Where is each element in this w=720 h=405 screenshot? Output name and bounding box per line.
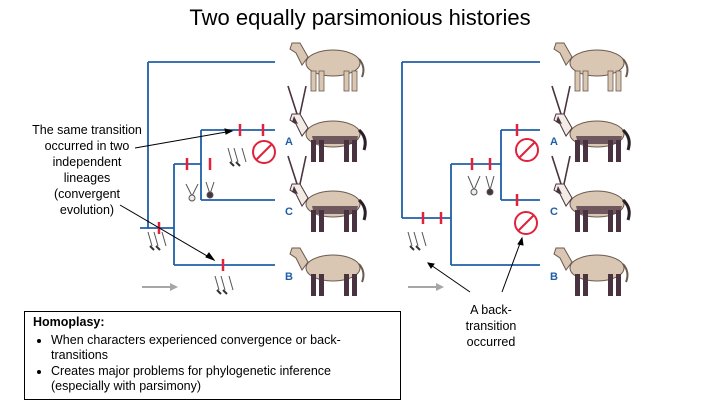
homoplasy-bullet-list: When characters experienced convergence … <box>33 333 392 395</box>
right-gray-arrow <box>408 283 444 291</box>
ancestor-legs-icon <box>147 231 167 251</box>
tip-label-c-right: C <box>550 206 558 218</box>
no-sign-icon <box>252 140 276 164</box>
animal-c-right <box>550 154 631 234</box>
animal-c-left <box>286 154 367 234</box>
animal-outgroup-right <box>553 42 629 92</box>
homoplasy-heading: Homoplasy: <box>33 315 105 329</box>
back-transition-callout: A back-transition occurred <box>465 303 517 349</box>
horn-icon <box>185 181 215 202</box>
animal-a-right <box>550 84 631 164</box>
horn-icon <box>467 175 495 196</box>
homoplasy-bullet: When characters experienced convergence … <box>51 333 392 364</box>
convergent-evolution-callout: The same transition occurred in two inde… <box>32 123 142 217</box>
tip-label-c-left: C <box>285 206 293 218</box>
animal-outgroup-left <box>289 42 365 92</box>
tip-label-b-right: B <box>550 271 558 283</box>
tip-label-a-left: A <box>285 136 293 148</box>
a-lineage-legs-icon <box>227 147 247 167</box>
left-gray-arrow <box>142 283 178 291</box>
homoplasy-definition-box: Homoplasy: When characters experienced c… <box>24 311 401 400</box>
animal-b-right <box>553 247 629 297</box>
animal-b-left <box>289 247 365 297</box>
tip-label-a-right: A <box>550 136 558 148</box>
b-lineage-legs-icon <box>214 275 234 295</box>
homoplasy-bullet: Creates major problems for phylogenetic … <box>51 364 392 395</box>
tip-label-b-left: B <box>285 271 293 283</box>
left-tree <box>140 61 275 266</box>
animal-a-left <box>286 84 367 164</box>
slide: Two equally parsimonious histories A C B… <box>0 0 720 405</box>
no-sign-icon <box>514 211 538 235</box>
ancestor-legs-icon <box>407 231 427 251</box>
no-sign-icon <box>515 138 539 162</box>
right-transition-marks <box>421 124 519 224</box>
